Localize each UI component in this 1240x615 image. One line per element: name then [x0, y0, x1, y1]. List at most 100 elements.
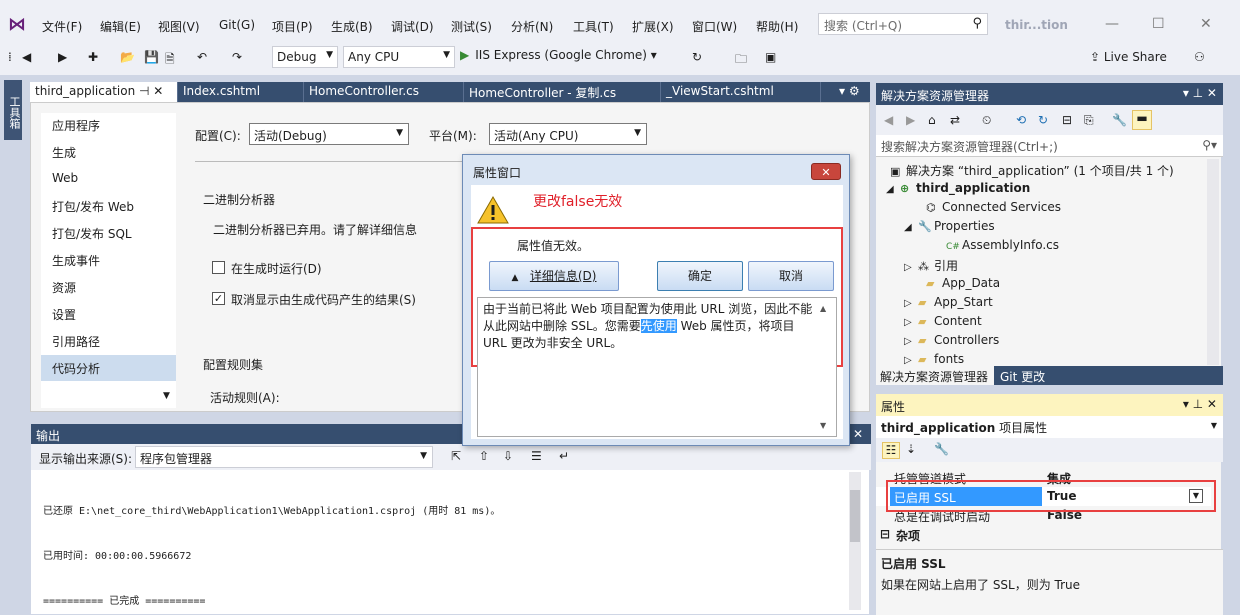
binary-analyzer-text[interactable]: 二进制分析器已弃用。请了解详细信息: [213, 221, 417, 238]
collapsed-icon[interactable]: ▷: [904, 317, 918, 328]
refresh-icon[interactable]: ↻: [692, 50, 702, 64]
alphabetical-icon[interactable]: ⇣: [906, 442, 916, 456]
collapsed-icon[interactable]: ▷: [904, 262, 918, 273]
menu-window[interactable]: 窗口(W): [692, 18, 737, 35]
configuration-dropdown[interactable]: Debug ▼: [272, 46, 338, 68]
solution-search-input[interactable]: 搜索解决方案资源管理器(Ctrl+;) ⚲▾: [876, 135, 1223, 157]
config-dropdown[interactable]: 活动(Debug) ▼: [249, 123, 409, 145]
tree-item[interactable]: ▷ ▰ App_Start: [904, 295, 993, 309]
redo-icon[interactable]: ↷: [232, 50, 242, 64]
forward-icon[interactable]: ▶: [906, 113, 915, 127]
nav-settings[interactable]: 设置: [52, 306, 76, 323]
tree-item[interactable]: ⌬ Connected Services: [926, 200, 1061, 214]
tree-item[interactable]: ▷ ▰ fonts: [904, 352, 964, 366]
menu-debug[interactable]: 调试(D): [391, 18, 434, 35]
menu-test[interactable]: 测试(S): [451, 18, 492, 35]
tree-item[interactable]: ▰ App_Data: [926, 276, 1000, 290]
tab-homecontroller[interactable]: HomeController.cs: [304, 82, 464, 102]
back-icon[interactable]: ◀: [884, 113, 893, 127]
pending-changes-icon[interactable]: ⏲: [982, 113, 991, 128]
close-icon[interactable]: ✕: [1200, 16, 1212, 32]
pin-icon[interactable]: ⊣ ✕: [139, 84, 163, 98]
word-wrap-icon[interactable]: ↵: [559, 449, 569, 463]
ok-button[interactable]: 确定: [657, 261, 743, 291]
prev-message-icon[interactable]: ⇧: [479, 449, 489, 463]
menu-edit[interactable]: 编辑(E): [100, 18, 141, 35]
tree-project[interactable]: ◢ ⊕ third_application: [886, 181, 1030, 195]
nav-publish-sql[interactable]: 打包/发布 SQL: [52, 225, 132, 242]
tab-overflow-icon[interactable]: ▾ ⚙: [834, 82, 865, 102]
minimize-icon[interactable]: —: [1105, 16, 1119, 32]
properties-wrench-icon[interactable]: 🔧: [1112, 113, 1127, 127]
menu-git[interactable]: Git(G): [219, 18, 255, 32]
close-icon[interactable]: ✕: [853, 427, 863, 441]
suppress-results-checkbox[interactable]: ✓: [212, 292, 225, 305]
tab-git-changes[interactable]: Git 更改: [996, 366, 1049, 385]
detail-textbox[interactable]: 由于当前已将此 Web 项目配置为使用此 URL 浏览，因此不能从此网站中删除 …: [477, 297, 837, 437]
menu-project[interactable]: 项目(P): [272, 18, 313, 35]
tree-solution[interactable]: ▣ 解决方案 “third_application” (1 个项目/共 1 个): [890, 162, 1174, 179]
preview-icon[interactable]: ▬: [1132, 110, 1152, 130]
nav-code-analysis[interactable]: 代码分析: [41, 355, 176, 381]
output-text[interactable]: 已还原 E:\net_core_third\WebApplication1\We…: [43, 474, 500, 615]
tree-item[interactable]: ▷ ▰ Content: [904, 314, 982, 328]
feedback-icon[interactable]: ⚇: [1194, 50, 1205, 64]
save-all-icon[interactable]: 🗎: [165, 50, 175, 71]
nav-reference-paths[interactable]: 引用路径: [52, 333, 100, 350]
sync-icon[interactable]: ⟲: [1016, 113, 1026, 127]
tab-solution-explorer[interactable]: 解决方案资源管理器: [876, 366, 994, 385]
search-input[interactable]: 搜索 (Ctrl+Q) ⚲: [818, 13, 988, 35]
solution-scrollbar[interactable]: [1207, 159, 1219, 365]
screenshot-icon[interactable]: ▣: [765, 50, 776, 64]
nav-scroll-icon[interactable]: ▼: [163, 391, 170, 401]
clear-all-icon[interactable]: ☰: [531, 449, 542, 463]
undo-icon[interactable]: ↶: [197, 50, 207, 64]
save-icon[interactable]: 💾: [144, 50, 159, 64]
tree-item[interactable]: ▷ ⁂ 引用: [904, 257, 958, 274]
menu-analyze[interactable]: 分析(N): [511, 18, 553, 35]
dialog-close-button[interactable]: ✕: [811, 163, 841, 180]
scroll-thumb[interactable]: [850, 490, 860, 542]
show-all-files-icon[interactable]: ⎘: [1084, 113, 1094, 128]
maximize-icon[interactable]: ☐: [1152, 16, 1165, 32]
collapse-icon[interactable]: ⊟: [880, 527, 890, 541]
new-project-icon[interactable]: ✚: [88, 50, 98, 64]
browser-link-icon[interactable]: 🗀: [735, 50, 747, 71]
refresh-icon[interactable]: ↻: [1038, 113, 1048, 127]
expanded-icon[interactable]: ◢: [904, 222, 918, 233]
detail-scrollbar[interactable]: ▲ ▼: [820, 300, 834, 434]
property-pages-icon[interactable]: 🔧: [934, 442, 949, 456]
categorized-icon[interactable]: ☷: [882, 442, 900, 459]
tab-third-application[interactable]: third_application ⊣ ✕: [30, 82, 178, 102]
details-button[interactable]: ▲ 详细信息(D): [489, 261, 619, 291]
next-message-icon[interactable]: ⇩: [503, 449, 513, 463]
collapse-all-icon[interactable]: ⊟: [1062, 113, 1072, 127]
menu-extensions[interactable]: 扩展(X): [632, 18, 674, 35]
menu-build[interactable]: 生成(B): [331, 18, 373, 35]
tab-index-cshtml[interactable]: Index.cshtml: [178, 82, 304, 102]
platform-dropdown[interactable]: Any CPU ▼: [343, 46, 455, 68]
property-category[interactable]: ⊟ 杂项: [876, 525, 1211, 544]
back-icon[interactable]: ◀: [22, 50, 31, 64]
collapsed-icon[interactable]: ▷: [904, 355, 918, 366]
nav-application[interactable]: 应用程序: [52, 117, 100, 134]
menu-file[interactable]: 文件(F): [42, 18, 82, 35]
properties-object-selector[interactable]: third_application 项目属性 ▼: [876, 416, 1223, 438]
collapsed-icon[interactable]: ▷: [904, 298, 918, 309]
menu-tools[interactable]: 工具(T): [573, 18, 614, 35]
home-icon[interactable]: ⌂: [928, 113, 936, 127]
nav-publish-web[interactable]: 打包/发布 Web: [52, 198, 134, 215]
collapsed-icon[interactable]: ▷: [904, 336, 918, 347]
cancel-button[interactable]: 取消: [748, 261, 834, 291]
run-button[interactable]: ▶ IIS Express (Google Chrome) ▾: [460, 48, 657, 62]
tree-item[interactable]: ◢ 🔧 Properties: [904, 219, 995, 233]
output-source-dropdown[interactable]: 程序包管理器 ▼: [135, 446, 433, 468]
pane-controls-icon[interactable]: ▾ ⊥ ✕: [1183, 397, 1217, 411]
pane-controls-icon[interactable]: ▾ ⊥ ✕: [1183, 86, 1217, 100]
output-scrollbar[interactable]: [849, 472, 861, 610]
expanded-icon[interactable]: ◢: [886, 184, 900, 195]
run-on-build-checkbox[interactable]: [212, 261, 225, 274]
forward-icon[interactable]: ▶: [58, 50, 67, 64]
nav-resources[interactable]: 资源: [52, 279, 76, 296]
switch-views-icon[interactable]: ⇄: [950, 113, 960, 127]
